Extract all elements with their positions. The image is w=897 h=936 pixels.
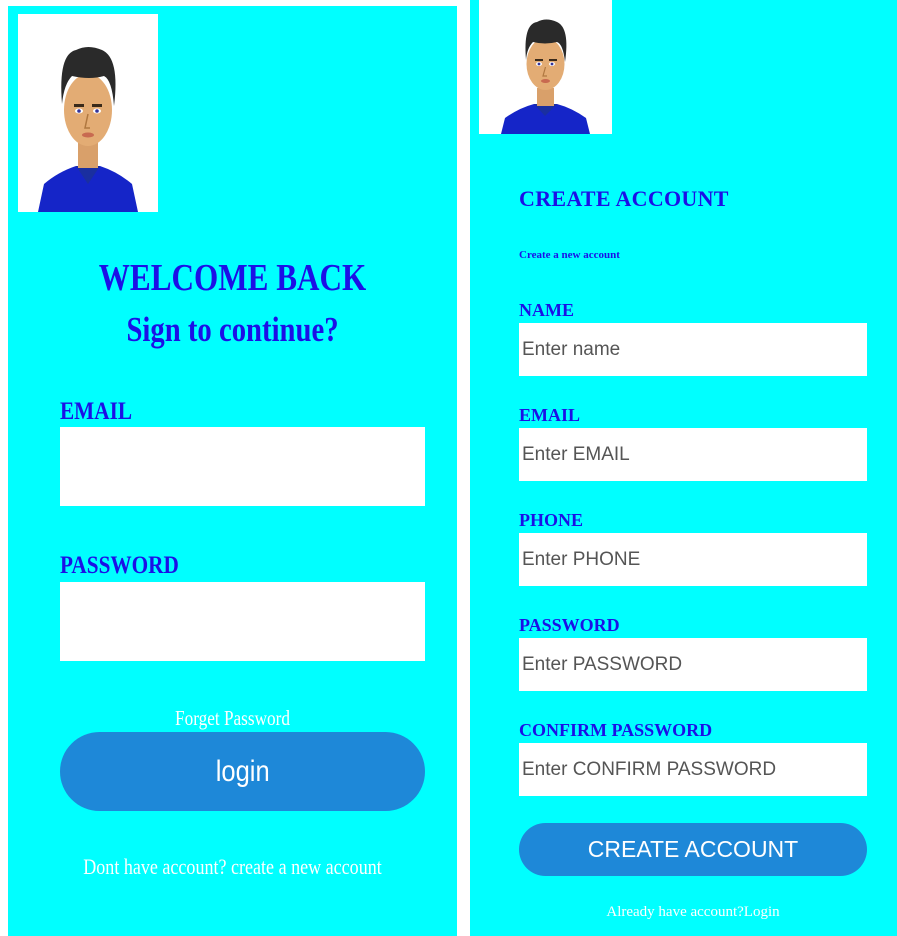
confirm-password-field[interactable] bbox=[519, 743, 867, 796]
login-button[interactable]: login bbox=[60, 732, 425, 811]
welcome-title: WELCOME BACK bbox=[98, 257, 367, 299]
user-avatar-icon bbox=[18, 14, 158, 212]
login-button-label: login bbox=[215, 754, 270, 788]
create-account-subtitle: Create a new account bbox=[519, 249, 620, 261]
user-avatar-icon bbox=[479, 0, 612, 134]
password-field[interactable] bbox=[60, 582, 425, 661]
confirm-password-label: CONFIRM PASSWORD bbox=[519, 720, 713, 740]
email-field[interactable] bbox=[60, 427, 425, 506]
signup-panel: CREATE ACCOUNT Create a new account NAME… bbox=[470, 0, 897, 936]
avatar bbox=[18, 14, 158, 212]
avatar bbox=[479, 0, 612, 134]
login-link[interactable]: Already have account?Login bbox=[519, 904, 867, 921]
create-account-link[interactable]: Dont have account? create a new account bbox=[48, 854, 416, 880]
email-label: EMAIL bbox=[60, 398, 133, 425]
password-label: PASSWORD bbox=[60, 552, 179, 579]
create-account-button[interactable]: CREATE ACCOUNT bbox=[519, 823, 867, 876]
email-label: EMAIL bbox=[519, 405, 581, 425]
login-panel: WELCOME BACK Sign to continue? EMAIL PAS… bbox=[8, 6, 457, 936]
password-field[interactable] bbox=[519, 638, 867, 691]
name-label: NAME bbox=[519, 300, 574, 320]
welcome-subtitle: Sign to continue? bbox=[126, 310, 339, 349]
password-label: PASSWORD bbox=[519, 615, 620, 635]
email-field[interactable] bbox=[519, 428, 867, 481]
create-account-title: CREATE ACCOUNT bbox=[519, 186, 729, 211]
phone-field[interactable] bbox=[519, 533, 867, 586]
phone-label: PHONE bbox=[519, 510, 584, 530]
name-field[interactable] bbox=[519, 323, 867, 376]
forgot-password-link[interactable]: Forget Password bbox=[48, 706, 416, 731]
